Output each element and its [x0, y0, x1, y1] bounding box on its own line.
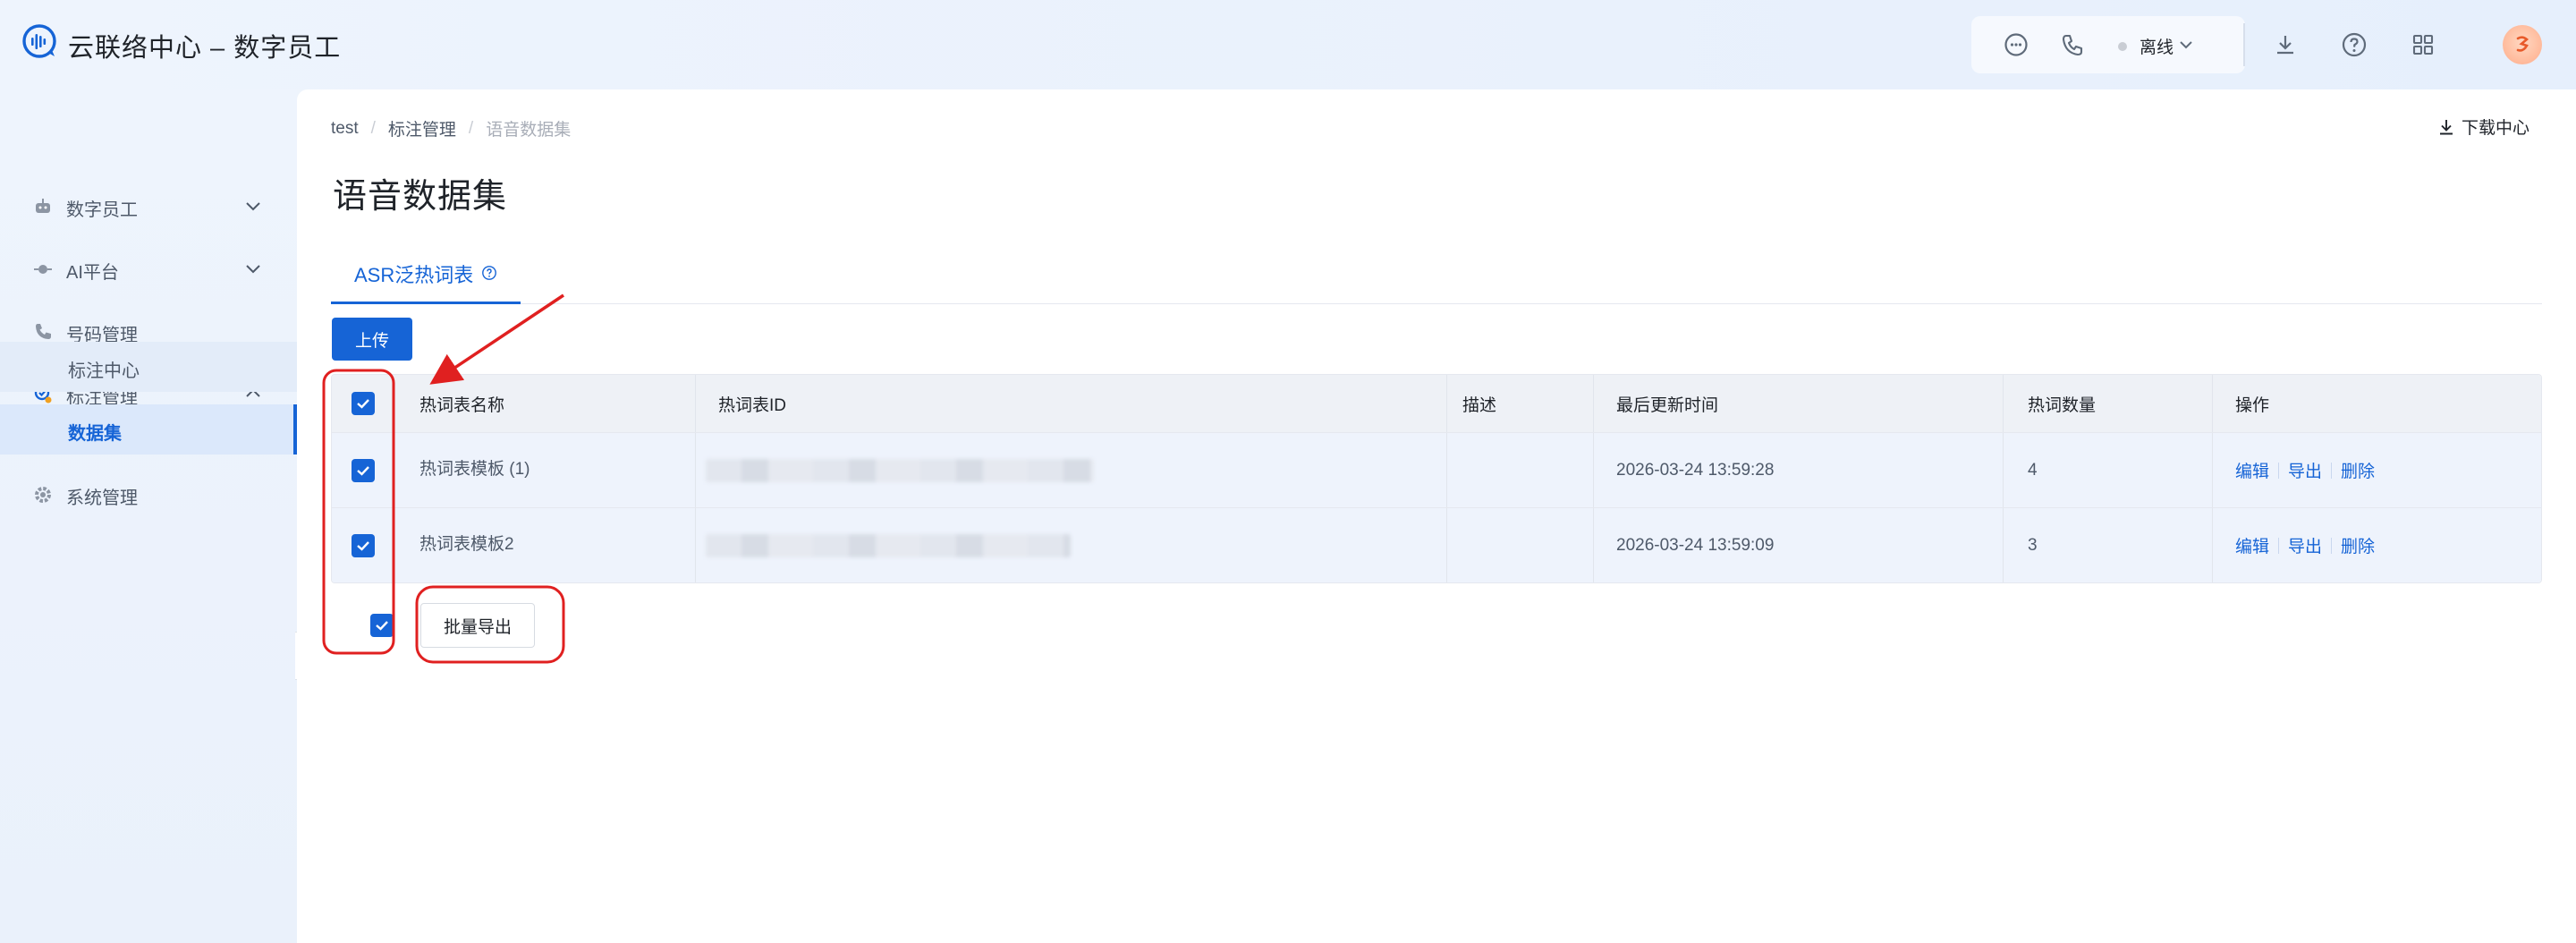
row-actions: 编辑 导出 删除 [2235, 433, 2375, 507]
tab-label: ASR泛热词表 [354, 264, 474, 286]
sidebar-subitem-annotation-center[interactable]: 标注中心 [0, 342, 297, 392]
gear-icon [35, 487, 51, 503]
table-row: 热词表模板2 2026-03-24 13:59:09 3 编辑 导出 删除 [332, 507, 2541, 582]
robot-icon [36, 199, 50, 213]
chevron-down-icon[interactable] [2177, 36, 2195, 54]
phone-icon [36, 324, 51, 339]
table-row: 热词表模板 (1) 2026-03-24 13:59:28 4 编辑 导出 删除 [332, 432, 2541, 507]
column-header-count: 热词数量 [2028, 395, 2097, 415]
column-header-id: 热词表ID [718, 395, 787, 415]
top-bar: 云联络中心 – 数字员工 离线 [0, 0, 2576, 89]
breadcrumb-item[interactable]: 标注管理 [388, 116, 456, 140]
column-header-name: 热词表名称 [419, 395, 505, 415]
tab-asr-hotwords[interactable]: ASR泛热词表 [331, 252, 521, 304]
export-link[interactable]: 导出 [2288, 533, 2322, 557]
row-checkbox[interactable] [352, 433, 375, 507]
hotword-table: 热词表名称 热词表ID 描述 最后更新时间 热词数量 操作 热词表模板 (1) … [331, 374, 2542, 583]
status-label[interactable]: 离线 [2140, 34, 2174, 58]
row-updated-time: 2026-03-24 13:59:28 [1616, 460, 1775, 480]
status-dot [2118, 42, 2127, 51]
action-separator [2278, 537, 2280, 554]
breadcrumb: test / 标注管理 / 语音数据集 [331, 116, 571, 140]
row-name: 热词表模板 (1) [419, 460, 530, 479]
batch-export-button[interactable]: 批量导出 [420, 603, 535, 648]
main-content: test / 标注管理 / 语音数据集 下载中心 语音数据集 ASR泛热词表 上… [297, 89, 2576, 943]
question-circle-icon[interactable] [481, 265, 497, 281]
check-icon [357, 540, 369, 551]
action-separator [2331, 462, 2333, 479]
breadcrumb-item[interactable]: test [331, 119, 359, 139]
column-divider [2212, 433, 2213, 507]
chevron-down-icon [246, 202, 260, 211]
checkbox-checked[interactable] [352, 392, 375, 415]
page-title: 语音数据集 [333, 178, 508, 216]
download-center-link[interactable]: 下载中心 [2436, 115, 2529, 139]
tab-bar: ASR泛热词表 [331, 252, 2542, 304]
apps-grid-icon[interactable] [2408, 30, 2438, 60]
download-icon [2439, 119, 2453, 134]
batch-select-checkbox[interactable] [370, 614, 394, 637]
column-divider [2003, 508, 2004, 582]
ai-icon [34, 265, 52, 274]
column-divider [1593, 433, 1594, 507]
edit-link[interactable]: 编辑 [2235, 458, 2269, 482]
row-updated-time: 2026-03-24 13:59:09 [1616, 535, 1775, 555]
column-divider [2212, 508, 2213, 582]
phone-icon[interactable] [2057, 30, 2088, 60]
column-divider [695, 508, 696, 582]
delete-link[interactable]: 删除 [2341, 533, 2375, 557]
row-count: 3 [2028, 535, 2038, 555]
column-divider [1446, 508, 1447, 582]
column-divider [2003, 375, 2004, 432]
edit-link[interactable]: 编辑 [2235, 533, 2269, 557]
column-divider [2212, 375, 2213, 432]
user-avatar[interactable] [2503, 25, 2542, 64]
breadcrumb-separator: / [468, 118, 474, 138]
checkbox-checked[interactable] [370, 614, 394, 637]
checkbox-checked[interactable] [352, 533, 375, 557]
delete-link[interactable]: 删除 [2341, 458, 2375, 482]
select-all-checkbox[interactable] [352, 375, 375, 432]
column-divider [1446, 375, 1447, 432]
header-divider [2243, 23, 2245, 66]
row-checkbox[interactable] [352, 508, 375, 582]
download-icon[interactable] [2270, 30, 2301, 60]
action-separator [2331, 537, 2333, 554]
breadcrumb-separator: / [370, 118, 376, 138]
row-count: 4 [2028, 460, 2038, 480]
help-icon[interactable] [2339, 30, 2369, 60]
upload-button[interactable]: 上传 [332, 318, 412, 361]
row-id-blurred [706, 433, 1094, 507]
column-divider [1446, 433, 1447, 507]
export-link[interactable]: 导出 [2288, 458, 2322, 482]
sidebar-item-ai-platform[interactable]: AI平台 [0, 237, 297, 300]
sidebar-subitem-dataset[interactable]: 数据集 [0, 404, 297, 455]
column-divider [1593, 508, 1594, 582]
app-title: 云联络中心 – 数字员工 [68, 34, 342, 63]
column-divider [1593, 375, 1594, 432]
checkbox-checked[interactable] [352, 458, 375, 482]
check-icon [357, 399, 369, 409]
message-icon[interactable] [2001, 30, 2031, 60]
row-name: 热词表模板2 [419, 535, 514, 554]
column-header-updated-time: 最后更新时间 [1616, 395, 1719, 415]
sidebar: 数字员工 AI平台 号码管理 标注管理 标注中心 数据集 系统管理 [0, 89, 297, 943]
breadcrumb-current: 语音数据集 [486, 121, 572, 140]
column-header-actions: 操作 [2235, 395, 2270, 415]
column-divider [2003, 433, 2004, 507]
check-icon [357, 465, 369, 476]
column-header-description: 描述 [1462, 395, 1497, 415]
download-center-label: 下载中心 [2461, 119, 2529, 138]
row-actions: 编辑 导出 删除 [2235, 508, 2375, 582]
sidebar-item-digital-staff[interactable]: 数字员工 [0, 174, 297, 237]
chevron-down-icon [246, 265, 260, 274]
column-divider [695, 375, 696, 432]
sidebar-item-system-management[interactable]: 系统管理 [0, 463, 297, 525]
app-logo-icon [22, 24, 56, 58]
column-divider [695, 433, 696, 507]
row-id-blurred [706, 508, 1071, 582]
action-separator [2278, 462, 2280, 479]
table-header-row: 热词表名称 热词表ID 描述 最后更新时间 热词数量 操作 [332, 375, 2541, 432]
check-icon [376, 621, 388, 631]
